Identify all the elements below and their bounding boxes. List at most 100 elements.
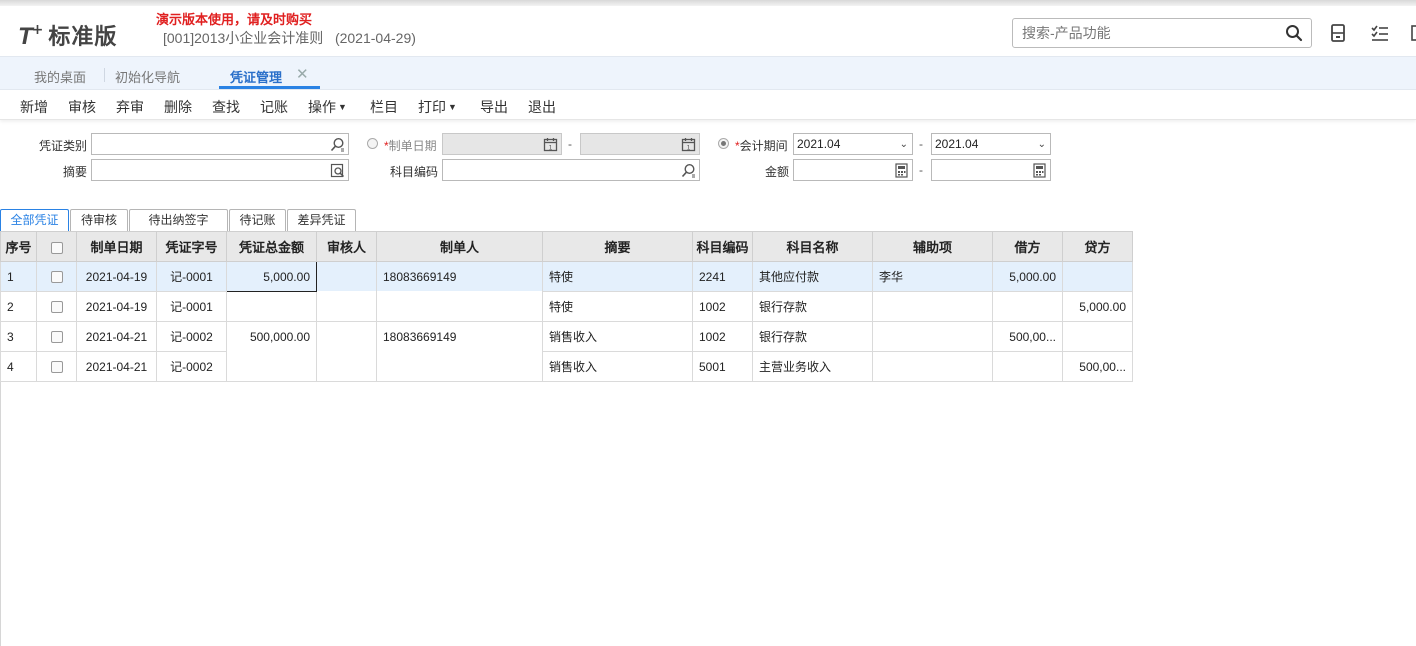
cell-no: 2	[0, 291, 37, 322]
calendar-icon[interactable]: 1	[681, 137, 696, 152]
chevron-down-icon: ⌄	[1037, 139, 1046, 150]
col-header-credit[interactable]: 贷方	[1062, 231, 1133, 262]
app-logo: T+ 标准版	[18, 19, 117, 51]
voucher-type-input[interactable]	[91, 133, 349, 155]
cell-select[interactable]	[36, 261, 77, 292]
col-header-select[interactable]	[36, 231, 77, 262]
calculator-icon[interactable]	[1328, 23, 1348, 43]
cell-select[interactable]	[36, 321, 77, 352]
filter-tab-pending-audit[interactable]: 待审核	[70, 209, 128, 231]
cell-debit: 5,000.00	[992, 261, 1063, 292]
lookup-icon[interactable]	[330, 137, 345, 152]
tab-voucher-management[interactable]: 凭证管理	[230, 67, 282, 86]
filter-tab-pending-cashier[interactable]: 待出纳签字	[129, 209, 228, 231]
cell-voucher-no[interactable]: 记-0002	[156, 321, 227, 352]
filter-tab-pending-post[interactable]: 待记账	[229, 209, 286, 231]
col-header-aux[interactable]: 辅助项	[872, 231, 993, 262]
cell-voucher-no[interactable]: 记-0001	[156, 261, 227, 292]
table-row[interactable]: 3 2021-04-21 记-0002 500,000.00 180836691…	[0, 321, 1133, 352]
col-header-no[interactable]: 序号	[0, 231, 37, 262]
close-icon[interactable]: ✕	[296, 65, 309, 83]
row-checkbox[interactable]	[50, 301, 63, 314]
cell-summary: 特使	[542, 291, 693, 322]
find-button[interactable]: 查找	[212, 97, 240, 117]
summary-input[interactable]	[91, 159, 349, 181]
search-box[interactable]	[1012, 18, 1312, 48]
col-header-maker[interactable]: 制单人	[376, 231, 543, 262]
post-button[interactable]: 记账	[260, 97, 288, 117]
amount-range-dash: -	[919, 163, 923, 177]
filter-tab-all[interactable]: 全部凭证	[0, 209, 69, 231]
cell-date: 2021-04-21	[76, 321, 157, 352]
logo-text: 标准版	[48, 25, 118, 50]
table-row[interactable]: 1 2021-04-19 记-0001 5,000.00 18083669149…	[0, 261, 1133, 292]
create-date-to[interactable]: 1	[580, 133, 700, 155]
create-date-label-text: 制单日期	[388, 139, 437, 153]
col-header-date[interactable]: 制单日期	[76, 231, 157, 262]
calendar-icon[interactable]: 1	[543, 137, 558, 152]
task-list-icon[interactable]	[1370, 23, 1390, 43]
cell-select[interactable]	[36, 291, 77, 322]
row-checkbox[interactable]	[50, 271, 63, 284]
export-button[interactable]: 导出	[480, 97, 508, 117]
period-from-select[interactable]: 2021.04 ⌄	[793, 133, 913, 155]
calculator-icon[interactable]	[1032, 163, 1047, 178]
period-radio[interactable]	[718, 138, 729, 149]
delete-button[interactable]: 删除	[164, 97, 192, 117]
cell-account-code: 2241	[692, 261, 753, 292]
col-header-debit[interactable]: 借方	[992, 231, 1063, 262]
search-icon[interactable]	[1285, 24, 1303, 42]
svg-text:1: 1	[549, 144, 553, 151]
col-header-auditor[interactable]: 审核人	[316, 231, 377, 262]
lookup-icon[interactable]	[681, 163, 696, 178]
col-header-summary[interactable]: 摘要	[542, 231, 693, 262]
tab-my-desktop[interactable]: 我的桌面	[34, 67, 86, 86]
new-button[interactable]: 新增	[20, 97, 48, 117]
operate-menu[interactable]: 操作 ▼	[308, 97, 347, 117]
amount-to-input[interactable]	[931, 159, 1051, 181]
amount-from-input[interactable]	[793, 159, 913, 181]
cell-debit	[992, 291, 1063, 322]
toolbar: 新增 审核 弃审 删除 查找 记账 操作 ▼ 栏目 打印 ▼ 导出 退出	[0, 90, 1416, 120]
print-menu[interactable]: 打印 ▼	[418, 97, 457, 117]
date-range-dash: -	[568, 137, 572, 151]
columns-button[interactable]: 栏目	[370, 97, 398, 117]
period-from-value: 2021.04	[797, 137, 841, 151]
app-header: T+ 标准版 演示版本使用，请及时购买 [001]2013小企业会计准则 (202…	[0, 6, 1416, 56]
more-icon[interactable]	[1408, 23, 1416, 43]
col-header-account-name[interactable]: 科目名称	[752, 231, 873, 262]
filter-tab-difference[interactable]: 差异凭证	[287, 209, 356, 231]
cell-auditor	[316, 321, 377, 352]
account-code-input[interactable]	[442, 159, 700, 181]
cell-voucher-no[interactable]: 记-0002	[156, 351, 227, 382]
cell-date: 2021-04-19	[76, 291, 157, 322]
cell-select[interactable]	[36, 351, 77, 382]
tab-init-guide[interactable]: 初始化导航	[115, 67, 180, 86]
col-header-voucher-no[interactable]: 凭证字号	[156, 231, 227, 262]
row-checkbox[interactable]	[50, 361, 63, 374]
col-header-total[interactable]: 凭证总金额	[226, 231, 317, 262]
create-date-radio[interactable]	[367, 138, 378, 149]
document-search-icon[interactable]	[330, 163, 345, 178]
exit-button[interactable]: 退出	[528, 97, 556, 117]
cell-voucher-no[interactable]: 记-0001	[156, 291, 227, 322]
select-all-checkbox[interactable]	[50, 241, 63, 254]
col-header-account-code[interactable]: 科目编码	[692, 231, 753, 262]
period-to-select[interactable]: 2021.04 ⌄	[931, 133, 1051, 155]
audit-button[interactable]: 审核	[68, 97, 96, 117]
search-input[interactable]	[1013, 19, 1273, 47]
calculator-icon[interactable]	[894, 163, 909, 178]
cell-summary: 销售收入	[542, 321, 693, 352]
table-row[interactable]: 4 2021-04-21 记-0002 销售收入 5001 主营业务收入 500…	[0, 351, 1133, 382]
unaudit-button[interactable]: 弃审	[116, 97, 144, 117]
cell-total[interactable]: 5,000.00	[226, 261, 317, 292]
print-label: 打印	[418, 99, 446, 115]
row-checkbox[interactable]	[50, 331, 63, 344]
period-range-dash: -	[919, 137, 923, 151]
table-row[interactable]: 2 2021-04-19 记-0001 特使 1002 银行存款 5,000.0…	[0, 291, 1133, 322]
create-date-label: *制单日期	[384, 137, 437, 154]
demo-version-notice: 演示版本使用，请及时购买	[156, 12, 313, 27]
cell-maker: 18083669149	[376, 261, 543, 292]
account-set-info: [001]2013小企业会计准则 (2021-04-29)	[163, 30, 416, 46]
create-date-from[interactable]: 1	[442, 133, 562, 155]
